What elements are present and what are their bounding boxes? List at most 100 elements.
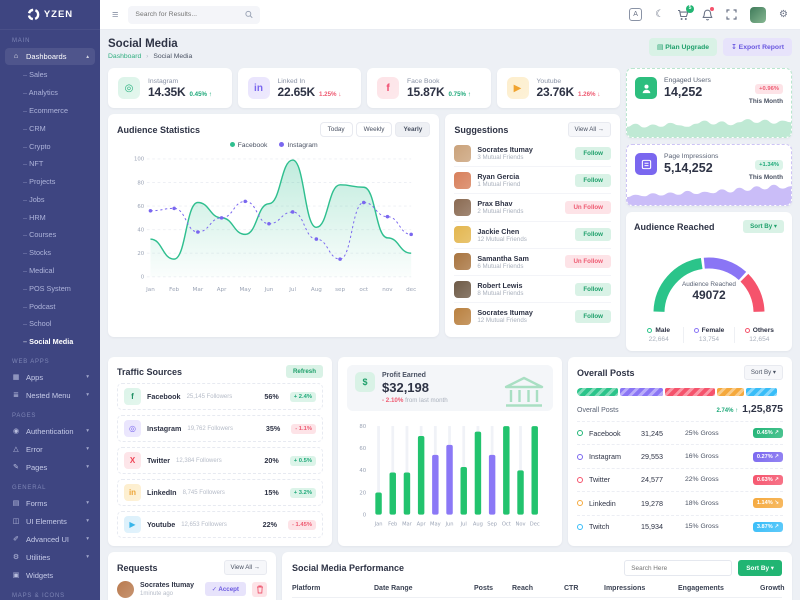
requests-list: Socrates Itumay 1minute ago ✓ Accept Aar… [117, 575, 267, 600]
sidebar-item-nested-menu[interactable]: ≣Nested Menu▾ [5, 387, 95, 404]
stacked-bar-segment [620, 388, 663, 396]
tab-yearly[interactable]: Yearly [395, 122, 430, 137]
sidebar-item-pos-system[interactable]: POS System [0, 279, 100, 297]
dashboards-icon: ⌂ [11, 53, 21, 60]
search-input[interactable] [135, 11, 239, 18]
sidebar-item-dashboards[interactable]: ⌂Dashboards▴ [5, 48, 95, 65]
traffic-platform-icon: ▶ [124, 516, 141, 533]
follow-button[interactable]: Follow [575, 310, 611, 323]
performance-search-input[interactable] [624, 560, 732, 576]
svg-text:Nov: Nov [515, 522, 525, 528]
sidebar-item-crypto[interactable]: Crypto [0, 137, 100, 155]
follow-button[interactable]: Follow [575, 283, 611, 296]
traffic-refresh-button[interactable]: Refresh [286, 365, 323, 378]
sidebar-item-advanced-ui[interactable]: ✐Advanced UI▾ [5, 531, 95, 548]
chevron-icon: ▾ [86, 500, 89, 506]
chevron-icon: ▾ [86, 446, 89, 452]
svg-text:0: 0 [141, 275, 145, 281]
platform-ring-icon [577, 477, 583, 483]
sidebar-item-school[interactable]: School [0, 315, 100, 333]
sidebar-item-nft[interactable]: NFT [0, 155, 100, 173]
follow-button[interactable]: Follow [575, 147, 611, 160]
sidebar-item-crm[interactable]: CRM [0, 119, 100, 137]
sidebar-section-label: WEB APPS [0, 351, 100, 368]
plan-upgrade-button[interactable]: ▤ Plan Upgrade [649, 38, 717, 56]
sidebar-item-stocks[interactable]: Stocks [0, 244, 100, 262]
logo[interactable]: YZEN [0, 0, 100, 30]
follow-button[interactable]: Un Follow [565, 255, 611, 268]
overall-platform-gross: 15% Gross [685, 523, 753, 530]
fullscreen-icon[interactable] [726, 9, 737, 20]
traffic-platform-icon: in [124, 484, 141, 501]
sidebar-item-medical[interactable]: Medical [0, 262, 100, 280]
overall-post-row: Twitter 24,577 22% Gross 0.63% ↗ [577, 469, 783, 492]
audience-reached-title: Audience Reached [634, 222, 715, 232]
svg-text:40: 40 [137, 227, 144, 233]
tab-weekly[interactable]: Weekly [356, 122, 393, 137]
delete-request-button[interactable] [252, 582, 267, 597]
suggestion-row: Samantha Sam 6 Mutual Friends Un Follow [454, 249, 611, 276]
sidebar-item-ui-elements[interactable]: ◫UI Elements▾ [5, 513, 95, 530]
traffic-share: 35% [266, 424, 280, 433]
sidebar-item-authentication[interactable]: ◉Authentication▾ [5, 423, 95, 440]
chevron-icon: ▾ [86, 554, 89, 560]
platform-value: 14.35K [148, 85, 186, 99]
dark-mode-icon[interactable]: ☾ [655, 10, 664, 20]
page-impressions-label: Page Impressions [664, 153, 718, 160]
sidebar-item-social-media[interactable]: Social Media [0, 333, 100, 351]
sidebar-item-apps[interactable]: ▦Apps▾ [5, 369, 95, 386]
sidebar-item-error[interactable]: △Error▾ [5, 441, 95, 458]
sidebar-item-forms[interactable]: ▤Forms▾ [5, 495, 95, 512]
suggestion-name: Socrates Itumay [477, 308, 533, 317]
sidebar-item-courses[interactable]: Courses [0, 226, 100, 244]
traffic-share: 15% [264, 488, 278, 497]
platform-stat-card[interactable]: in Linked In 22.65K 1.25% ↓ [238, 68, 362, 108]
follow-button[interactable]: Follow [575, 174, 611, 187]
platform-stat-card[interactable]: ▶ Youtube 23.76K 1.26% ↓ [497, 68, 621, 108]
follow-button[interactable]: Follow [575, 228, 611, 241]
hamburger-menu-icon[interactable]: ≡ [112, 9, 118, 21]
suggestions-view-all-button[interactable]: View All → [568, 122, 611, 137]
user-avatar[interactable] [750, 7, 766, 23]
overall-posts-sort-button[interactable]: Sort By ▾ [744, 365, 783, 380]
authentication-icon: ◉ [11, 427, 21, 435]
performance-table-header: Platform Date Range Posts Reach CTR Impr… [292, 578, 782, 598]
platform-value: 15.87K [407, 85, 445, 99]
sidebar-item-utilities[interactable]: ⚙Utilities▾ [5, 549, 95, 566]
performance-title: Social Media Performance [292, 563, 404, 573]
sidebar-item-widgets[interactable]: ▣Widgets [5, 567, 95, 584]
settings-icon[interactable]: ⚙ [779, 10, 788, 20]
traffic-followers: 12,384 Followers [176, 458, 222, 464]
sidebar-item-analytics[interactable]: Analytics [0, 84, 100, 102]
accept-button[interactable]: ✓ Accept [205, 582, 246, 596]
sidebar: YZEN MAIN⌂Dashboards▴SalesAnalyticsEcomm… [0, 0, 100, 600]
sidebar-item-jobs[interactable]: Jobs [0, 190, 100, 208]
cart-icon[interactable]: 5 [677, 9, 689, 21]
platform-stat-card[interactable]: f Face Book 15.87K 0.75% ↑ [367, 68, 491, 108]
follow-button[interactable]: Un Follow [565, 201, 611, 214]
performance-sort-button[interactable]: Sort By ▾ [738, 560, 782, 576]
language-icon[interactable]: A [629, 8, 642, 21]
platform-name: Youtube [537, 78, 601, 85]
overall-platform-badge: 0.63% ↗ [753, 475, 783, 485]
sidebar-item-pages[interactable]: ✎Pages▾ [5, 459, 95, 476]
traffic-platform-name: LinkedIn [147, 488, 177, 497]
sidebar-item-sales[interactable]: Sales [0, 66, 100, 84]
requests-view-all-button[interactable]: View All → [224, 560, 267, 575]
overall-posts-list: Facebook 31,245 25% Gross 0.45% ↗ Instag… [577, 422, 783, 538]
sidebar-item-podcast[interactable]: Podcast [0, 297, 100, 315]
breadcrumb-dashboard[interactable]: Dashboard [108, 53, 141, 60]
audience-reached-sort-button[interactable]: Sort By ▾ [743, 220, 784, 233]
global-search[interactable] [128, 6, 260, 24]
notifications-icon[interactable] [702, 9, 713, 21]
svg-text:Aug: Aug [473, 522, 483, 528]
sidebar-item-projects[interactable]: Projects [0, 173, 100, 191]
sidebar-item-ecommerce[interactable]: Ecommerce [0, 102, 100, 120]
tab-today[interactable]: Today [320, 122, 353, 137]
export-report-button[interactable]: ↧ Export Report [723, 38, 792, 56]
svg-text:Jun: Jun [264, 287, 274, 293]
sidebar-item-hrm[interactable]: HRM [0, 208, 100, 226]
platform-stat-card[interactable]: ◎ Instagram 14.35K 0.45% ↑ [108, 68, 232, 108]
stacked-bar-segment [746, 388, 777, 396]
requests-card: Requests View All → Socrates Itumay 1min… [108, 552, 276, 600]
